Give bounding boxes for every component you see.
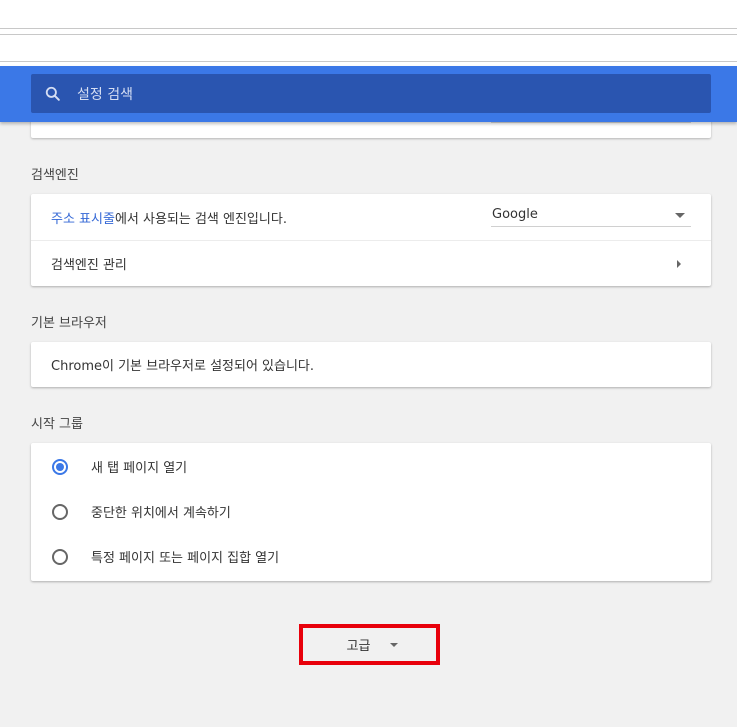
search-engine-description: 주소 표시줄에서 사용되는 검색 엔진입니다.: [51, 208, 287, 227]
radio-button[interactable]: [52, 548, 68, 565]
radio-button[interactable]: [52, 503, 68, 520]
search-engine-section-title: 검색엔진: [31, 168, 79, 183]
manage-search-engines-label: 검색엔진 관리: [51, 258, 127, 273]
chevron-right-icon: [677, 260, 681, 268]
startup-card: 새 탭 페이지 열기 중단한 위치에서 계속하기 특정 페이지 또는 페이지 집…: [31, 443, 711, 581]
settings-header: 설정 검색: [0, 66, 737, 122]
chevron-down-icon: [390, 642, 399, 647]
browser-top-area: [0, 0, 737, 66]
startup-option-label: 특정 페이지 또는 페이지 집합 열기: [91, 551, 280, 566]
startup-option-label: 새 탭 페이지 열기: [91, 461, 188, 476]
default-browser-section-title: 기본 브라우저: [31, 316, 107, 331]
manage-search-engines-row[interactable]: 검색엔진 관리: [31, 240, 711, 286]
startup-option-new-tab[interactable]: 새 탭 페이지 열기: [31, 444, 711, 489]
advanced-label: 고급: [346, 639, 371, 654]
search-engine-card: 주소 표시줄에서 사용되는 검색 엔진입니다. Google 검색엔진 관리: [31, 194, 711, 286]
search-engine-row: 주소 표시줄에서 사용되는 검색 엔진입니다. Google: [31, 194, 711, 240]
selected-search-engine: Google: [492, 207, 538, 222]
select-underline: [491, 122, 691, 123]
search-engine-description-text: 에서 사용되는 검색 엔진입니다.: [114, 211, 287, 227]
startup-section-title: 시작 그룹: [31, 417, 83, 432]
startup-option-specific-pages[interactable]: 특정 페이지 또는 페이지 집합 열기: [31, 534, 711, 579]
advanced-button[interactable]: 고급: [299, 624, 440, 665]
default-browser-row: Chrome이 기본 브라우저로 설정되어 있습니다.: [31, 342, 711, 387]
divider: [0, 61, 737, 62]
startup-option-continue[interactable]: 중단한 위치에서 계속하기: [31, 489, 711, 534]
divider: [0, 28, 737, 29]
search-placeholder: 설정 검색: [77, 86, 133, 103]
search-settings-field[interactable]: 설정 검색: [31, 74, 711, 113]
radio-button-checked[interactable]: [52, 458, 68, 475]
search-engine-select[interactable]: Google: [491, 203, 691, 227]
divider: [0, 34, 737, 35]
startup-option-label: 중단한 위치에서 계속하기: [91, 506, 231, 521]
default-browser-card: Chrome이 기본 브라우저로 설정되어 있습니다.: [31, 342, 711, 387]
default-browser-status: Chrome이 기본 브라우저로 설정되어 있습니다.: [51, 359, 315, 374]
search-icon: [45, 86, 60, 101]
chevron-down-icon: [675, 213, 685, 218]
address-bar-link[interactable]: 주소 표시줄: [51, 212, 115, 227]
